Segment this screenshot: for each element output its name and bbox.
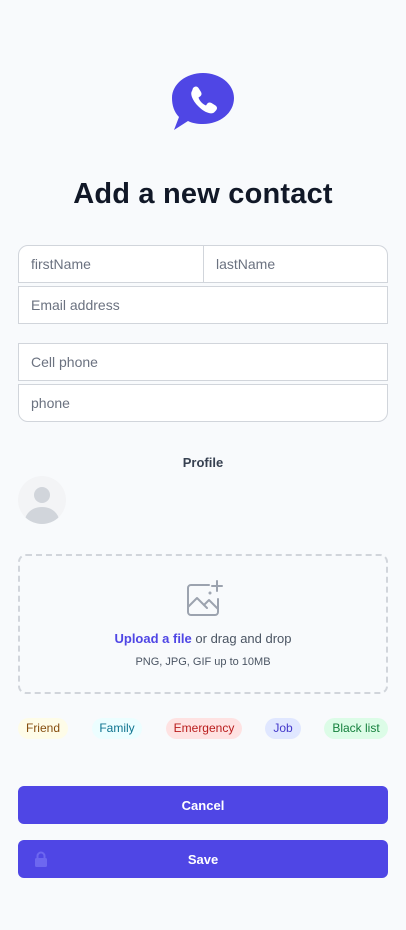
- upload-file-link[interactable]: Upload a file: [114, 631, 191, 646]
- page-title: Add a new contact: [73, 178, 333, 210]
- last-name-input[interactable]: [203, 245, 388, 283]
- tag-black-list[interactable]: Black list: [324, 718, 388, 739]
- upload-hint: PNG, JPG, GIF up to 10MB: [135, 656, 271, 668]
- lock-icon: [35, 851, 47, 867]
- cancel-button-label: Cancel: [181, 797, 225, 813]
- save-button-label: Save: [187, 851, 219, 867]
- cancel-button[interactable]: Cancel: [18, 786, 388, 824]
- drag-drop-text: or drag and drop: [191, 631, 292, 646]
- tag-emergency[interactable]: Emergency: [166, 718, 242, 739]
- tag-friend[interactable]: Friend: [18, 718, 68, 739]
- cell-phone-input[interactable]: [18, 343, 388, 381]
- email-input[interactable]: [18, 286, 388, 324]
- tag-job[interactable]: Job: [265, 718, 301, 739]
- save-button[interactable]: Save: [18, 840, 388, 878]
- user-avatar-placeholder-icon: [24, 487, 60, 524]
- phone-chat-bubble-icon: [172, 73, 234, 130]
- first-name-input[interactable]: [18, 245, 204, 283]
- tag-family[interactable]: Family: [92, 718, 142, 739]
- phone-input[interactable]: [18, 384, 388, 422]
- avatar[interactable]: [18, 476, 66, 524]
- file-upload-dropzone[interactable]: Upload a file or drag and drop PNG, JPG,…: [18, 554, 388, 694]
- image-add-icon: [187, 580, 223, 616]
- profile-label: Profile: [182, 455, 224, 470]
